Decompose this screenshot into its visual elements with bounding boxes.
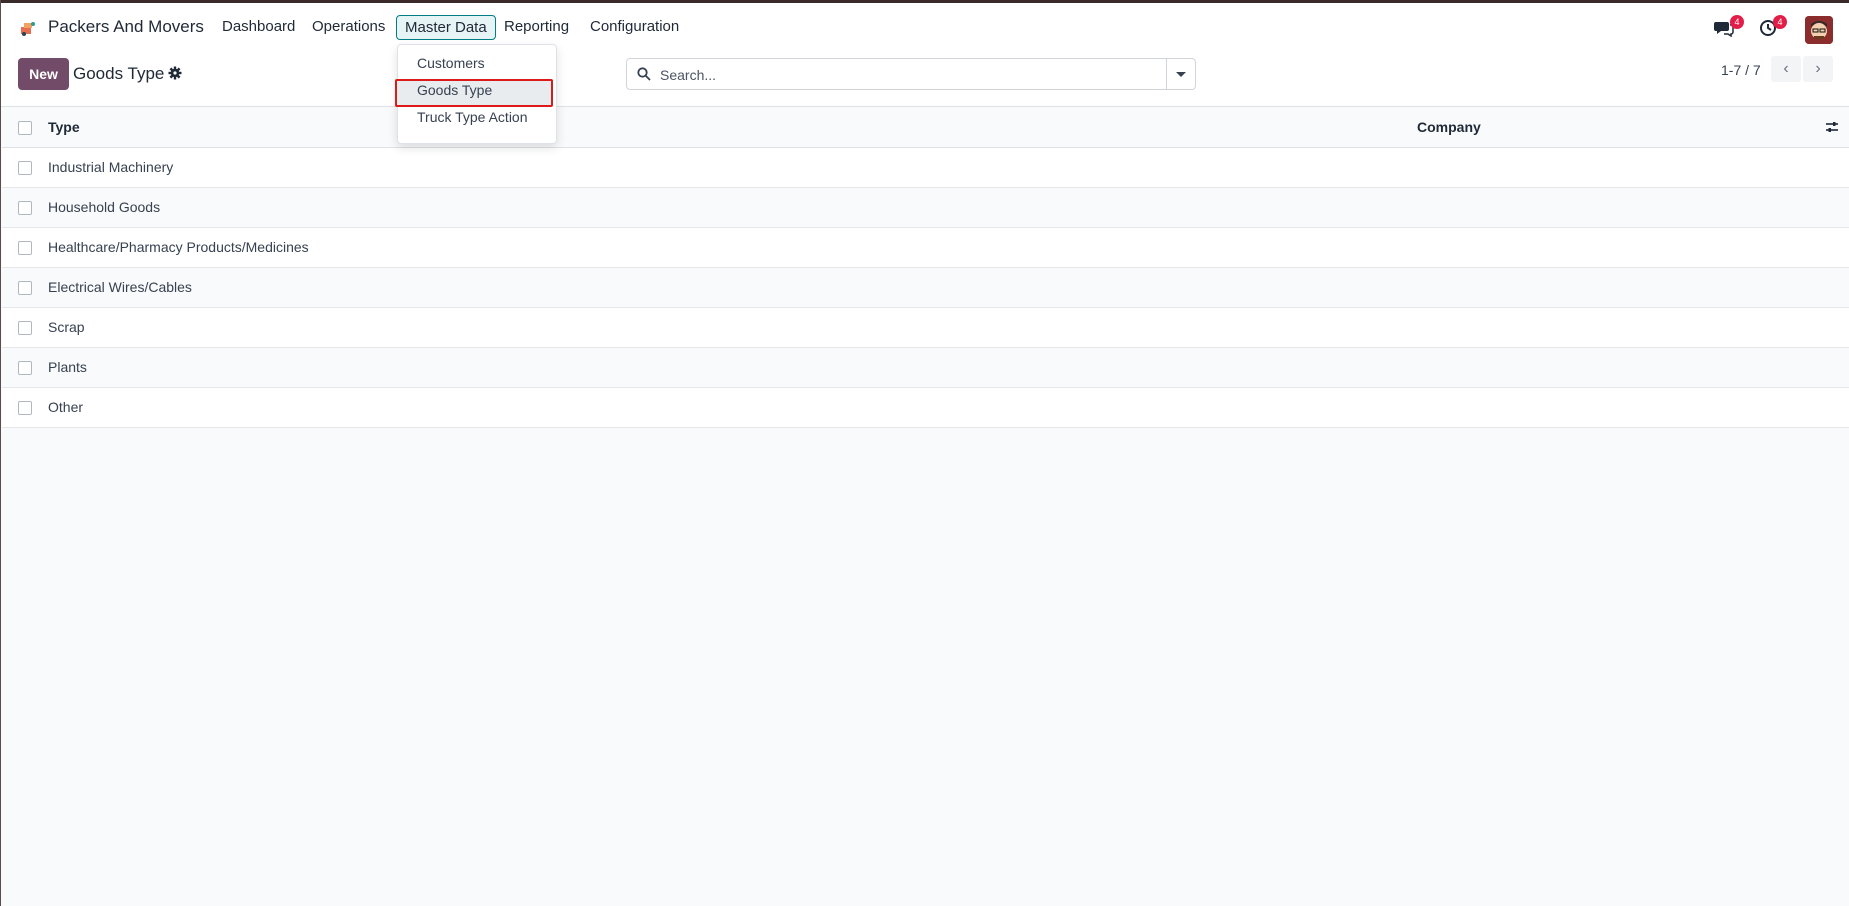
cell-type: Industrial Machinery xyxy=(48,159,174,175)
dropdown-item-truck-type-action[interactable]: Truck Type Action xyxy=(417,109,528,125)
dropdown-item-goods-type[interactable]: Goods Type xyxy=(417,82,492,98)
optional-columns-icon[interactable] xyxy=(1825,120,1839,134)
table-row[interactable]: Other xyxy=(2,388,1849,428)
messages-badge: 4 xyxy=(1730,15,1744,29)
row-checkbox[interactable] xyxy=(18,241,32,255)
column-header-type[interactable]: Type xyxy=(48,119,80,135)
chevron-right-icon: › xyxy=(1815,60,1821,77)
menu-configuration[interactable]: Configuration xyxy=(590,18,679,35)
cell-type: Other xyxy=(48,399,84,415)
table-row[interactable]: Scrap xyxy=(2,308,1849,348)
page-title: Goods Type xyxy=(73,64,165,83)
pager-previous-button[interactable]: ‹ xyxy=(1771,56,1801,82)
search-options-toggle[interactable] xyxy=(1166,59,1195,89)
menu-master-data[interactable]: Master Data xyxy=(396,15,496,40)
row-checkbox[interactable] xyxy=(18,401,32,415)
column-header-company[interactable]: Company xyxy=(1417,119,1481,135)
avatar-image xyxy=(1805,16,1833,44)
app-name[interactable]: Packers And Movers xyxy=(48,17,204,37)
cell-type: Electrical Wires/Cables xyxy=(48,279,192,295)
row-checkbox[interactable] xyxy=(18,361,32,375)
table-row[interactable]: Plants xyxy=(2,348,1849,388)
chevron-left-icon: ‹ xyxy=(1783,60,1789,77)
cell-type: Scrap xyxy=(48,319,85,335)
search-icon xyxy=(637,67,651,81)
activities-badge: 4 xyxy=(1773,15,1787,29)
row-checkbox[interactable] xyxy=(18,161,32,175)
table-row[interactable]: Electrical Wires/Cables xyxy=(2,268,1849,308)
menu-operations[interactable]: Operations xyxy=(312,18,385,35)
table-row[interactable]: Healthcare/Pharmacy Products/Medicines xyxy=(2,228,1849,268)
new-button[interactable]: New xyxy=(18,58,69,90)
dropdown-item-customers[interactable]: Customers xyxy=(417,55,485,71)
user-avatar[interactable] xyxy=(1805,16,1833,44)
cell-type: Plants xyxy=(48,359,87,375)
messages-button[interactable]: 4 xyxy=(1714,15,1744,42)
control-panel: New Goods Type 1-7 / 7 ‹ › xyxy=(1,51,1849,107)
list-table: Type Company Industrial Machinery Househo… xyxy=(2,107,1849,428)
activities-button[interactable]: 4 xyxy=(1759,15,1787,42)
select-all-checkbox[interactable] xyxy=(18,121,32,135)
navbar: Packers And Movers Dashboard Operations … xyxy=(1,3,1849,51)
master-data-dropdown: Customers Goods Type Truck Type Action xyxy=(395,44,557,144)
search-bar xyxy=(626,58,1196,91)
table-row[interactable]: Household Goods xyxy=(2,188,1849,228)
row-checkbox[interactable] xyxy=(18,321,32,335)
menu-dashboard[interactable]: Dashboard xyxy=(222,18,295,35)
table-body: Industrial Machinery Household Goods Healt… xyxy=(2,148,1849,428)
pager-value[interactable]: 1-7 / 7 xyxy=(1721,62,1761,78)
row-checkbox[interactable] xyxy=(18,281,32,295)
row-checkbox[interactable] xyxy=(18,201,32,215)
table-header: Type Company xyxy=(2,107,1849,148)
gear-icon[interactable] xyxy=(168,66,182,85)
app-logo-icon[interactable] xyxy=(19,19,37,37)
table-row[interactable]: Industrial Machinery xyxy=(2,148,1849,188)
cell-type: Household Goods xyxy=(48,199,161,215)
pager-next-button[interactable]: › xyxy=(1803,56,1833,82)
search-input[interactable] xyxy=(658,59,1162,91)
menu-reporting[interactable]: Reporting xyxy=(504,18,569,35)
cell-type: Healthcare/Pharmacy Products/Medicines xyxy=(48,239,309,255)
